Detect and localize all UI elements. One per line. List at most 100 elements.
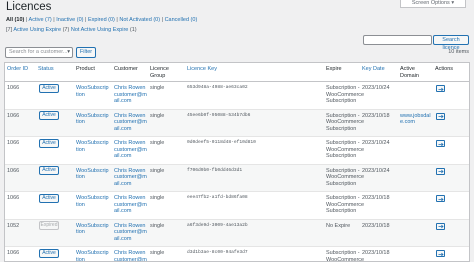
arrow-right-icon [438, 114, 444, 119]
customer-link[interactable]: Chris Rowen customer@mail.com [114, 140, 148, 160]
licences-table: Order ID Status Product Customer Licence… [4, 62, 470, 262]
product-link[interactable]: WooSubscription [76, 140, 110, 153]
order-id-cell: 1066 [7, 195, 20, 201]
status-button[interactable]: Active [39, 193, 59, 203]
licence-key-cell: a6f3de9d-3009-4ae13a2b [187, 222, 248, 228]
key-date-cell: 2023/10/18 [362, 250, 390, 256]
key-date-cell: 2023/10/18 [362, 222, 390, 229]
expire-filter-link[interactable]: Using Expire [97, 27, 128, 33]
filter-link[interactable]: Cancelled (0) [165, 17, 198, 23]
col-customer: Customer [114, 66, 138, 72]
col-status[interactable]: Status [38, 66, 54, 73]
licence-group-cell: single [150, 195, 165, 201]
active-domain-link[interactable]: www.jobsdale.com [400, 113, 432, 126]
expire-cell: Subscription - WooCommerce Subscription [326, 85, 365, 104]
col-order-id[interactable]: Order ID [7, 66, 28, 73]
table-row: 1066 Active WooSubscription Chris Rowen cus… [5, 109, 469, 137]
status-button[interactable]: Active [39, 138, 59, 148]
table-row: 1066 Active WooSubscription Chris Rowen cus… [5, 137, 469, 165]
key-date-cell: 2023/10/24 [362, 140, 390, 146]
licence-group-cell: single [150, 140, 165, 146]
order-id-cell: 1066 [7, 167, 20, 174]
table-row: 1066 Active WooSubscription Chris Rowen cus… [5, 192, 469, 220]
status-button[interactable]: Active [39, 166, 59, 175]
customer-link[interactable]: Chris Rowen customer@mail.com [114, 168, 148, 188]
items-count: 10 items [448, 49, 469, 55]
screen-options-toggle[interactable]: Screen Options ▾ [400, 0, 466, 8]
customer-link[interactable]: Chris Rowen customer@mail.com [114, 85, 148, 105]
edit-licence-button[interactable] [436, 112, 445, 120]
col-product: Product [76, 66, 95, 72]
expire-filter-count: (1) [129, 27, 137, 33]
chevron-down-icon: ▾ [67, 49, 70, 55]
product-link[interactable]: WooSubscription [76, 250, 110, 261]
key-date-cell: 2023/10/18 [362, 112, 390, 119]
filter-button[interactable]: Filter [76, 47, 96, 58]
order-id-cell: 1052 [7, 222, 20, 229]
edit-licence-button[interactable] [436, 195, 445, 202]
product-link[interactable]: WooSubscription [76, 85, 110, 98]
expire-cell: No Expire [326, 222, 351, 229]
product-link[interactable]: WooSubscription [76, 168, 110, 181]
page-title: Licences [6, 1, 52, 13]
table-row: 1066 Active WooSubscription Chris Rowen cus… [5, 247, 469, 261]
expire-filter-links: [7] Active Using Expire (7) Not Active U… [6, 27, 137, 33]
expire-filter-link[interactable]: Using Expire [30, 27, 61, 33]
filter-link[interactable]: Inactive (0) [56, 17, 83, 23]
status-button[interactable]: Active [39, 83, 59, 93]
edit-licence-button[interactable] [436, 250, 445, 257]
licence-key-cell: 653d948a-4988-ae63ca02 [187, 85, 248, 90]
search-input[interactable] [363, 35, 432, 45]
edit-licence-button[interactable] [436, 222, 445, 230]
filter-link[interactable]: Not Activated (0) [119, 17, 160, 23]
arrow-right-icon [438, 87, 444, 91]
status-button[interactable]: Active [39, 111, 59, 120]
key-date-cell: 2023/10/18 [362, 195, 390, 201]
key-date-cell: 2023/10/24 [362, 85, 390, 91]
edit-licence-button[interactable] [436, 140, 445, 147]
customer-link[interactable]: Chris Rowen customer@mail.com [114, 223, 148, 243]
licence-group-cell: single [150, 222, 165, 229]
expire-cell: Subscription - WooCommerce Subscription [326, 112, 365, 132]
col-key-date[interactable]: Key Date [362, 66, 385, 73]
product-link[interactable]: WooSubscription [76, 195, 110, 208]
licence-group-cell: single [150, 112, 165, 119]
licence-key-cell: 0d0deef5-0118d48-ef10d810 [187, 140, 256, 145]
expire-filter-link[interactable]: Not Active [71, 27, 96, 33]
edit-licence-button[interactable] [436, 167, 445, 175]
filter-link[interactable]: Expired (0) [88, 17, 115, 23]
arrow-right-icon [438, 169, 444, 174]
customer-select[interactable]: Search for a customer... ▾ [5, 47, 73, 58]
customer-link[interactable]: Chris Rowen customer@mail.com [114, 250, 148, 261]
product-link[interactable]: WooSubscription [76, 113, 110, 126]
expire-cell: Subscription - WooCommerce Subscription [326, 195, 365, 214]
filter-link[interactable]: All (10) [6, 17, 24, 23]
licence-group-cell: single [150, 167, 165, 174]
table-row: 1052 Expired WooSubscription Chris Rowen cu… [5, 219, 469, 247]
col-active-domain: Active Domain [400, 66, 419, 79]
expire-filter-link[interactable]: Active [13, 27, 28, 33]
licence-key-cell: d3d1b3ae-8c00-94afe3d7 [187, 250, 248, 255]
licence-key-cell: f706d9b0-fb0dd46d3d1 [187, 167, 243, 173]
status-button[interactable]: Expired [39, 221, 59, 230]
customer-select-placeholder: Search for a customer... [9, 49, 68, 55]
table-row: 1066 Active WooSubscription Chris Rowen cus… [5, 82, 469, 110]
edit-licence-button[interactable] [436, 85, 445, 92]
arrow-right-icon [438, 224, 444, 229]
table-header: Order ID Status Product Customer Licence… [5, 63, 469, 82]
customer-link[interactable]: Chris Rowen customer@mail.com [114, 113, 148, 133]
arrow-right-icon [438, 142, 444, 146]
key-date-cell: 2023/10/24 [362, 167, 390, 174]
filter-link[interactable]: Active (7) [29, 17, 52, 23]
product-link[interactable]: WooSubscription [76, 223, 110, 236]
status-filter-links: All (10) | Active (7) | Inactive (0) | E… [6, 17, 198, 23]
licence-key-cell: 45ee6b0f-95088-534b7db6 [187, 112, 251, 118]
search-licence-button[interactable]: Search licence [433, 35, 469, 51]
status-button[interactable]: Active [39, 248, 59, 258]
order-id-cell: 1066 [7, 85, 20, 91]
arrow-right-icon [438, 252, 444, 256]
customer-link[interactable]: Chris Rowen customer@mail.com [114, 195, 148, 215]
col-licence-key[interactable]: Licence Key [187, 66, 217, 73]
expire-filter-count: (7) [62, 27, 70, 33]
expire-cell: Subscription - WooCommerce Subscription [326, 167, 365, 187]
